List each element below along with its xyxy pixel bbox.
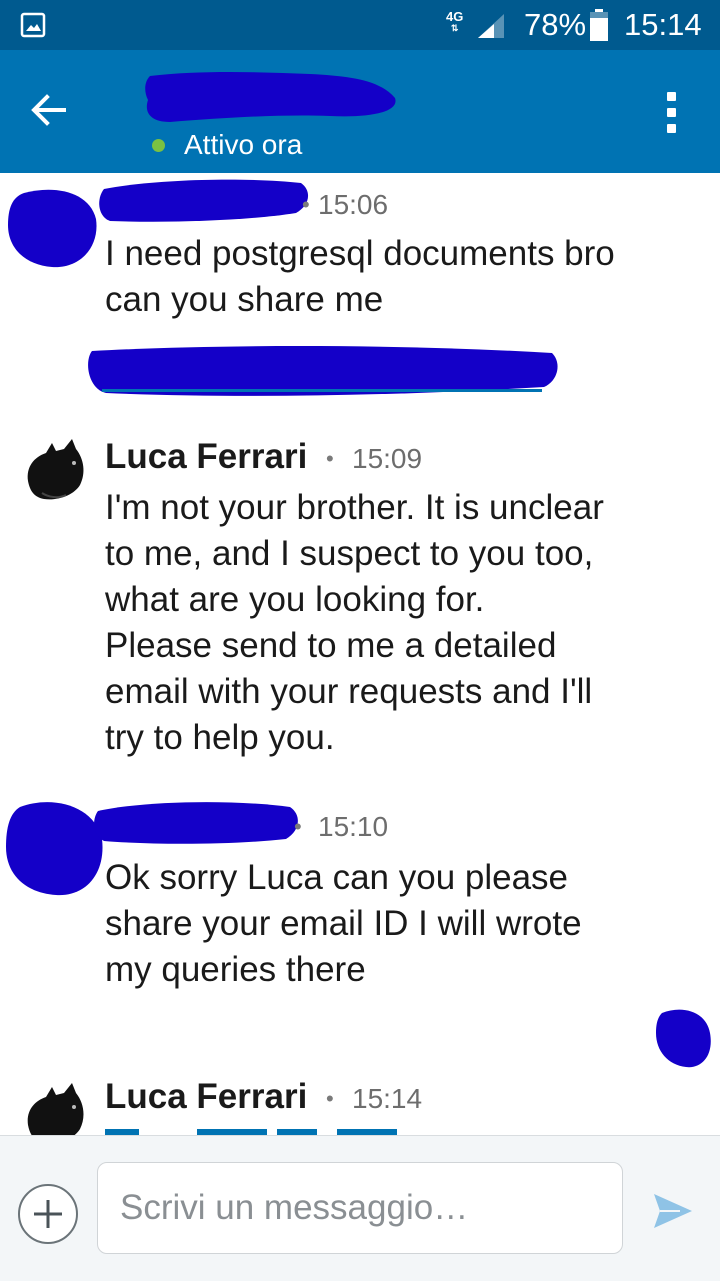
meta-separator: • (326, 1086, 334, 1111)
overflow-menu-icon[interactable] (650, 84, 694, 140)
presence-status: Attivo ora (184, 129, 303, 160)
message-composer (0, 1135, 720, 1281)
sender-name[interactable]: Luca Ferrari (105, 437, 307, 477)
message-text: Ok sorry Luca can you please share your … (105, 858, 582, 989)
send-icon[interactable] (650, 1188, 696, 1234)
redacted-contact-name[interactable] (140, 68, 404, 126)
conversation-header: Attivo ora (0, 50, 720, 173)
network-indicator: 4G ⇅ (446, 9, 464, 33)
battery-icon (590, 9, 608, 41)
cat-avatar-icon[interactable] (22, 1081, 88, 1135)
message-time: 15:06 (318, 189, 389, 220)
message-list[interactable]: • 15:06 I need postgresql documents bro … (0, 173, 720, 1135)
meta-separator: • (302, 192, 310, 217)
message-item: Luca Ferrari • 15:14 (0, 1073, 720, 1135)
cat-avatar-icon[interactable] (22, 437, 88, 503)
signal-icon (478, 14, 504, 38)
redacted-sender-name (94, 802, 298, 844)
redaction-mark (656, 1009, 711, 1068)
message-item: • 15:06 I need postgresql documents bro … (0, 173, 720, 403)
gallery-icon (20, 12, 46, 38)
message-text: I need postgresql documents bro can you … (105, 234, 615, 319)
message-time: 15:09 (352, 443, 423, 474)
redacted-avatar (8, 189, 97, 268)
battery-percent: 78% (524, 7, 587, 42)
attach-button[interactable] (18, 1184, 78, 1244)
message-item: Luca Ferrari • 15:09 I'm not your brothe… (0, 423, 720, 783)
redacted-avatar (6, 802, 103, 896)
message-time: 15:10 (318, 811, 389, 842)
cut-off-email-link[interactable] (105, 1125, 425, 1135)
sender-name[interactable]: Luca Ferrari (105, 1077, 307, 1117)
online-status-dot (152, 139, 165, 152)
meta-separator: • (326, 446, 334, 471)
meta-separator: • (294, 814, 302, 839)
message-input[interactable] (97, 1162, 623, 1254)
status-bar: 4G ⇅ 78% 15:14 (0, 0, 720, 50)
redacted-link[interactable] (82, 341, 562, 403)
message-text: I'm not your brother. It is unclear to m… (105, 488, 604, 757)
plus-icon (34, 1200, 62, 1228)
back-arrow-icon[interactable] (20, 82, 76, 138)
status-clock: 15:14 (624, 7, 702, 42)
redacted-sender-name (99, 179, 309, 222)
message-time: 15:14 (352, 1083, 423, 1114)
message-item: • 15:10 Ok sorry Luca can you please sha… (0, 793, 720, 1013)
